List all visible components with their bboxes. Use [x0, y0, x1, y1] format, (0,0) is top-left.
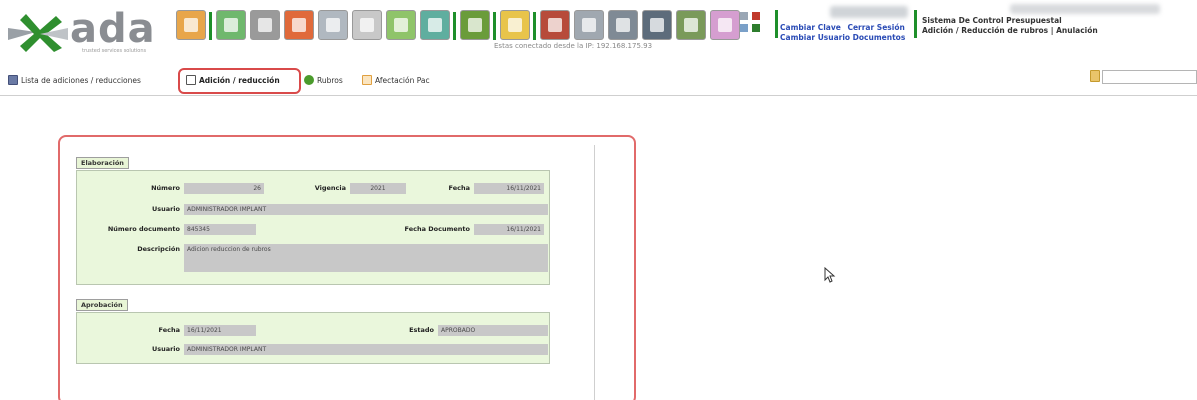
toolbar-action-icon — [224, 18, 238, 32]
system-separator — [914, 10, 917, 38]
usuario-label: Usuario — [151, 205, 180, 213]
leaf-icon — [304, 75, 314, 85]
toolbar-button-11[interactable] — [540, 10, 570, 40]
fecha-label: Fecha — [448, 184, 470, 192]
logout-link[interactable]: Cerrar Sesión — [847, 23, 904, 32]
tab-lista-adiciones[interactable]: Lista de adiciones / reducciones — [8, 72, 141, 90]
fecha-field[interactable]: 16/11/2021 — [474, 183, 544, 194]
aprobacion-usuario-label: Usuario — [151, 345, 180, 353]
toolbar-button-16[interactable] — [710, 10, 740, 40]
flag-icon[interactable] — [752, 12, 760, 20]
numero-label: Número — [151, 184, 180, 192]
chart-icon — [362, 75, 372, 85]
aprobacion-title: Aprobación — [76, 299, 128, 311]
fecha-documento-field[interactable]: 16/11/2021 — [474, 224, 544, 235]
session-links: Cambiar Clave Cerrar Sesión — [780, 23, 909, 32]
window-icon[interactable] — [740, 12, 748, 20]
top-blurred-text — [1010, 4, 1160, 14]
tab-afectacion-pac[interactable]: Afectación Pac — [362, 72, 430, 90]
numero-documento-label: Número documento — [107, 225, 180, 233]
toolbar-action-icon — [258, 18, 272, 32]
restore-icon[interactable] — [740, 24, 748, 32]
search-input[interactable] — [1102, 70, 1197, 84]
system-subtitle: Adición / Reducción de rubros | Anulació… — [922, 26, 1098, 35]
toolbar-action-icon — [326, 18, 340, 32]
estado-field[interactable]: APROBADO — [438, 325, 548, 336]
system-title: Sistema De Control Presupuestal — [922, 16, 1062, 25]
elaboracion-title: Elaboración — [76, 157, 129, 169]
numero-field[interactable]: 26 — [184, 183, 264, 194]
fecha-documento-label: Fecha Documento — [404, 225, 470, 233]
toolbar-button-7[interactable] — [386, 10, 416, 40]
toolbar-action-icon — [360, 18, 374, 32]
vigencia-label: Vigencia — [314, 184, 346, 192]
toolbar-separator — [533, 12, 536, 40]
toolbar-action-icon — [468, 18, 482, 32]
toolbar-button-15[interactable] — [676, 10, 706, 40]
estado-label: Estado — [409, 326, 434, 334]
toolbar-separator — [453, 12, 456, 40]
toolbar-button-14[interactable] — [642, 10, 672, 40]
connection-ip-text: Estas conectado desde la IP: 192.168.175… — [494, 42, 653, 50]
usuario-field[interactable]: ADMINISTRADOR IMPLANT — [184, 204, 548, 215]
search-icon[interactable] — [1090, 70, 1100, 82]
toolbar-action-icon — [428, 18, 442, 32]
numero-documento-field[interactable]: 845345 — [184, 224, 256, 235]
toolbar-button-1[interactable] — [176, 10, 206, 40]
toolbar-action-icon — [684, 18, 698, 32]
app-header: ada trusted services solutions Estas con… — [0, 0, 1197, 66]
tab-label: Afectación Pac — [375, 76, 430, 85]
toolbar-button-12[interactable] — [574, 10, 604, 40]
toolbar-button-6[interactable] — [352, 10, 382, 40]
toolbar-button-3[interactable] — [250, 10, 280, 40]
tab-label: Rubros — [317, 76, 343, 85]
aprobacion-usuario-field[interactable]: ADMINISTRADOR IMPLANT — [184, 344, 548, 355]
active-tab-highlight — [178, 68, 301, 94]
toolbar-action-icon — [582, 18, 596, 32]
toolbar-separator — [209, 12, 212, 40]
tab-rubros[interactable]: Rubros — [304, 72, 343, 90]
toolbar-action-icon — [394, 18, 408, 32]
aprobacion-section — [76, 312, 550, 364]
ada-logo: ada trusted services solutions — [6, 6, 176, 58]
toolbar-action-icon — [548, 18, 562, 32]
toolbar-button-8[interactable] — [420, 10, 450, 40]
toolbar-separator — [493, 12, 496, 40]
toolbar-action-icon — [616, 18, 630, 32]
tab-label: Lista de adiciones / reducciones — [21, 76, 141, 85]
toolbar-action-icon — [292, 18, 306, 32]
list-icon — [8, 75, 18, 85]
aprobacion-fecha-label: Fecha — [158, 326, 180, 334]
logo-x-icon — [8, 14, 68, 52]
vigencia-field[interactable]: 2021 — [350, 183, 406, 194]
toolbar-button-4[interactable] — [284, 10, 314, 40]
descripcion-label: Descripción — [137, 245, 180, 253]
toolbar-button-10[interactable] — [500, 10, 530, 40]
change-user-link[interactable]: Cambiar Usuario Documentos — [780, 33, 905, 42]
aprobacion-fecha-field[interactable]: 16/11/2021 — [184, 325, 256, 336]
logo-wordmark: ada — [70, 6, 156, 52]
toolbar-button-5[interactable] — [318, 10, 348, 40]
mouse-cursor-icon — [824, 267, 836, 283]
toolbar-action-icon — [718, 18, 732, 32]
toolbar-button-9[interactable] — [460, 10, 490, 40]
toolbar-action-icon — [650, 18, 664, 32]
toolbar-button-13[interactable] — [608, 10, 638, 40]
descripcion-field[interactable]: Adicion reduccion de rubros — [184, 244, 548, 272]
toolbar-separator — [775, 10, 778, 38]
change-password-link[interactable]: Cambiar Clave — [780, 23, 841, 32]
toolbar-action-icon — [184, 18, 198, 32]
mini-toolbar-icons[interactable] — [740, 12, 770, 42]
logo-tagline: trusted services solutions — [82, 48, 147, 54]
user-name-blurred — [830, 6, 908, 18]
toolbar-action-icon — [508, 18, 522, 32]
help-icon[interactable] — [752, 24, 760, 32]
toolbar-button-2[interactable] — [216, 10, 246, 40]
